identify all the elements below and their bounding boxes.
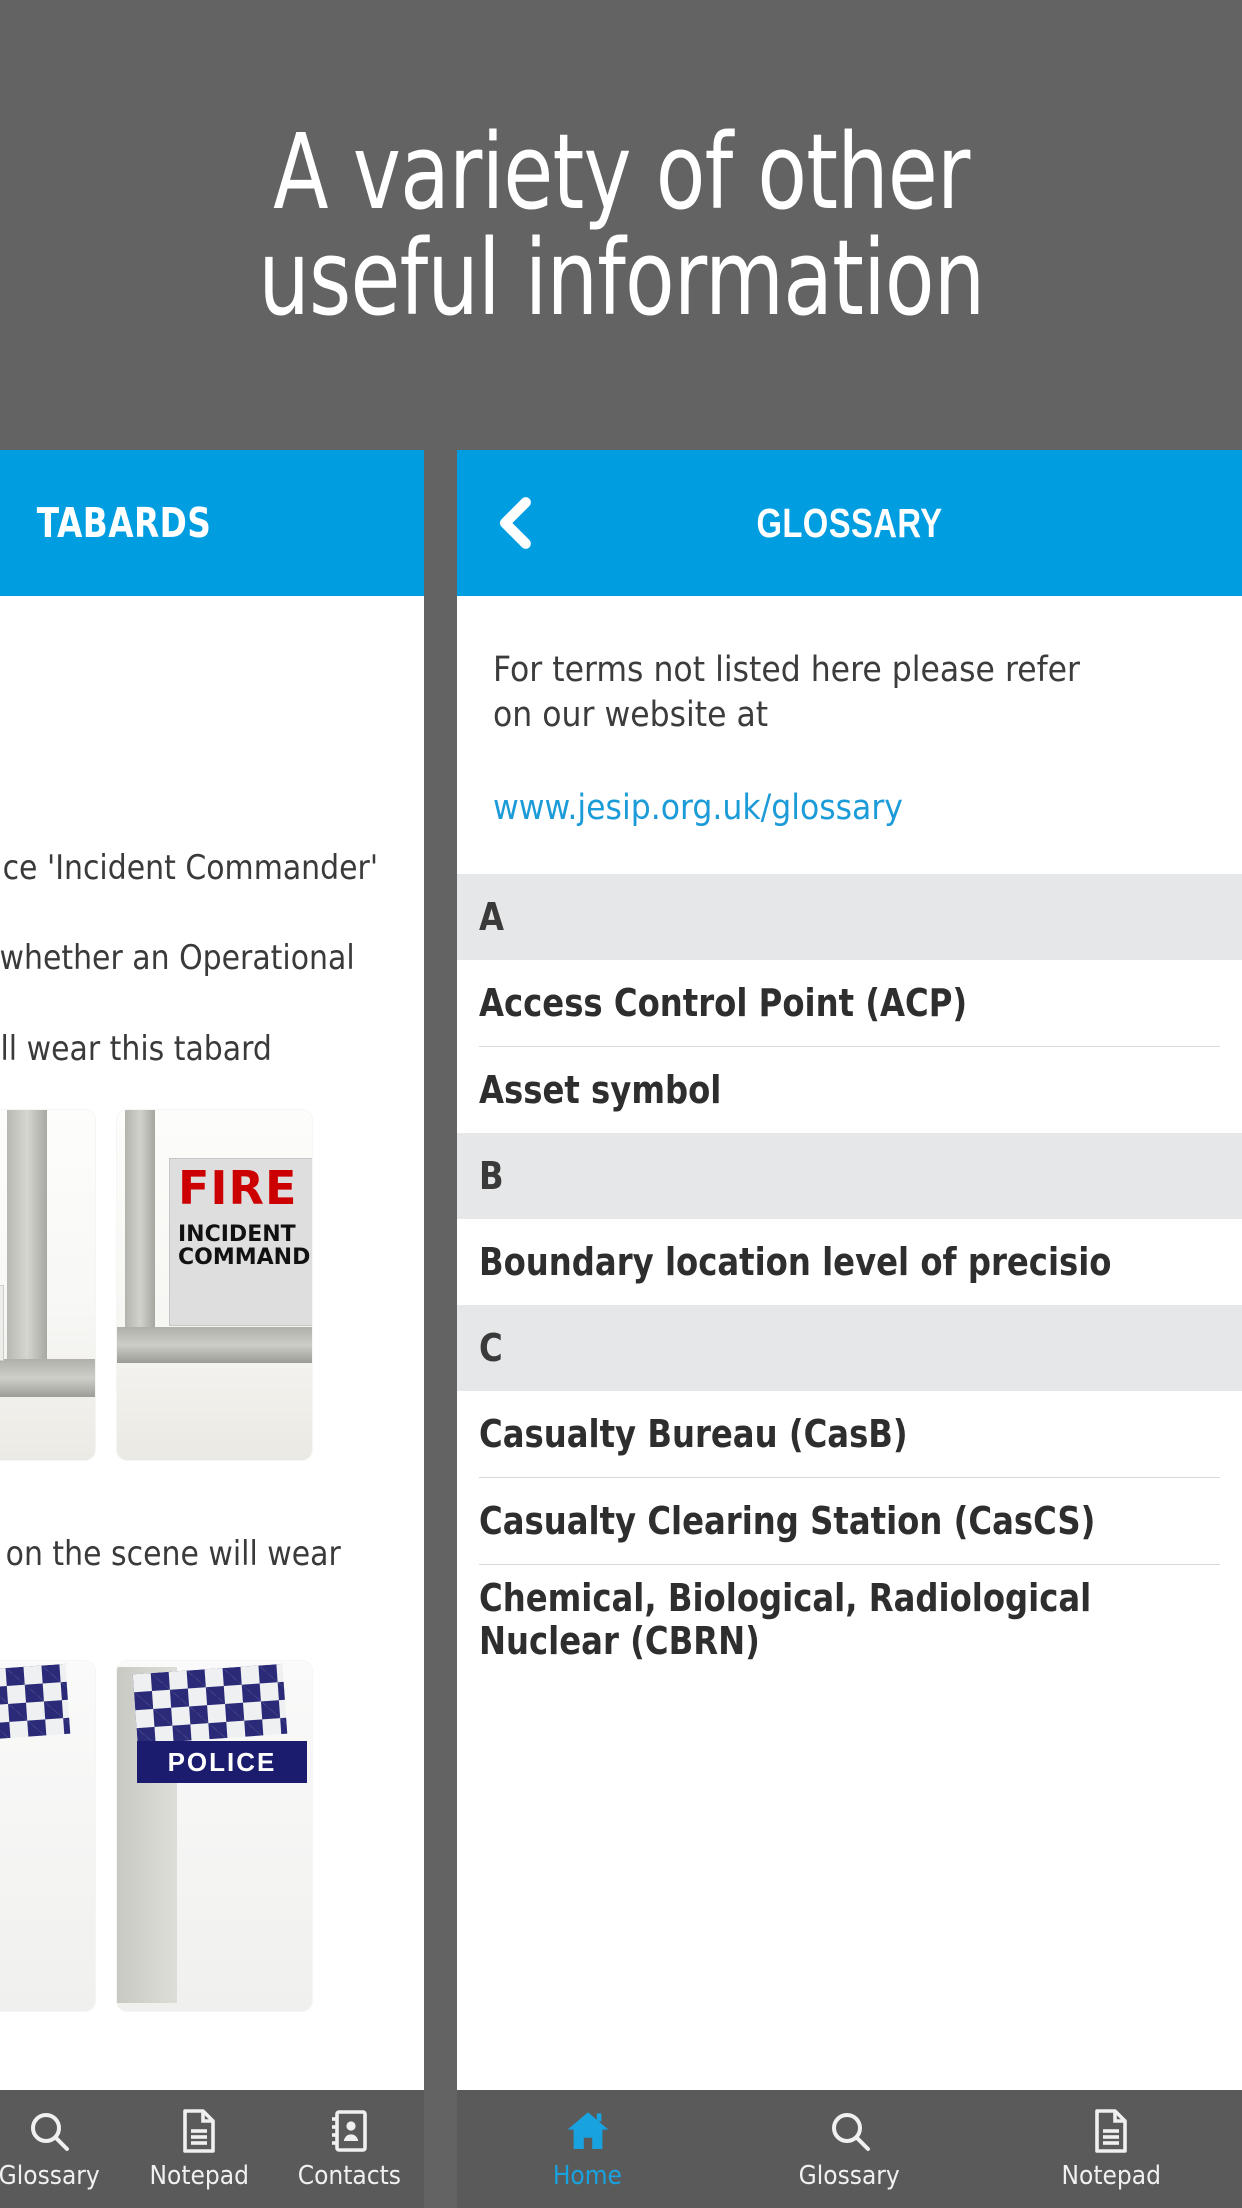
- search-icon: [31, 2113, 69, 2151]
- nav-item-notepad[interactable]: Notepad: [124, 2107, 274, 2191]
- glossary-section-header-b: B: [457, 1132, 1242, 1219]
- glossary-intro-text: For terms not listed here please refer o…: [493, 650, 1081, 735]
- glossary-term-item[interactable]: Casualty Bureau (CasB): [457, 1390, 1242, 1477]
- glossary-term-label: Boundary location level of precisio: [479, 1239, 1112, 1284]
- nav-item-glossary[interactable]: Glossary: [0, 2107, 124, 2191]
- glossary-term-label: Chemical, Biological, Radiological Nucle…: [479, 1575, 1092, 1664]
- tabards-paragraph-2: mander on the scene will wear this: [5, 1534, 341, 1575]
- glossary-section-header-a: A: [457, 873, 1242, 960]
- glossary-screenshot-panel: GLOSSARY For terms not listed here pleas…: [457, 450, 1242, 2208]
- nav-label-glossary: Glossary: [798, 2161, 901, 2191]
- tabard-vertical-reflective-strip: [125, 1110, 155, 1363]
- tabards-app-header: TABARDS: [0, 450, 424, 596]
- glossary-term-label: Asset symbol: [479, 1067, 722, 1112]
- tabards-paragraph-1: ue Service 'Incident Commander' on pecti…: [0, 848, 379, 1069]
- nav-label-home: Home: [553, 2161, 623, 2191]
- tabard-badge-fire-text: FIRE: [0, 1286, 3, 1312]
- tabards-screenshot-panel: TABARDS ue Service 'Incident Commander' …: [0, 450, 424, 2208]
- glossary-term-label: Access Control Point (ACP): [479, 980, 968, 1025]
- glossary-content: For terms not listed here please refer o…: [457, 596, 1242, 2208]
- fire-incident-commander-tabard-back-image: FIRE INCIDENTCOMMANDER: [0, 1110, 95, 1461]
- glossary-bottom-nav: Home Glossary Notepad: [457, 2090, 1242, 2208]
- nav-item-notepad[interactable]: Notepad: [980, 2107, 1242, 2191]
- police-battenburg-pattern: [132, 1663, 288, 1744]
- glossary-app-header: GLOSSARY: [457, 450, 1242, 596]
- fire-incident-commander-tabard-front-image: FIRE INCIDENTCOMMANDER: [117, 1110, 312, 1461]
- glossary-section-letter: B: [479, 1153, 504, 1198]
- tabard-horizontal-reflective-strip: [117, 1327, 312, 1364]
- tabards-content: ue Service 'Incident Commander' on pecti…: [0, 596, 424, 2208]
- glossary-term-item[interactable]: Casualty Clearing Station (CasCS): [457, 1477, 1242, 1564]
- glossary-term-label: Casualty Clearing Station (CasCS): [479, 1498, 1096, 1543]
- police-battenburg-pattern: [0, 1663, 71, 1744]
- nav-item-contacts[interactable]: Contacts: [274, 2107, 424, 2191]
- nav-label-notepad: Notepad: [149, 2161, 249, 2191]
- contacts-book-icon: [332, 2110, 367, 2152]
- glossary-term-item[interactable]: Access Control Point (ACP): [457, 959, 1242, 1046]
- nav-label-glossary: Glossary: [0, 2161, 100, 2191]
- police-tabard-left-image: [0, 1660, 95, 2011]
- tabard-placard-fire-text: FIRE: [178, 1161, 298, 1216]
- document-icon: [1095, 2109, 1127, 2153]
- glossary-section-letter: A: [479, 894, 505, 939]
- search-icon: [831, 2113, 870, 2151]
- nav-label-notepad: Notepad: [1061, 2161, 1161, 2191]
- glossary-term-item[interactable]: Boundary location level of precisio: [457, 1218, 1242, 1305]
- tabard-image-row-fire: FIRE INCIDENTCOMMANDER FIRE INCIDENTCOMM…: [0, 1110, 424, 1461]
- nav-label-contacts: Contacts: [297, 2161, 401, 2191]
- tabard-small-badge: FIRE INCIDENTCOMMANDER: [0, 1285, 4, 1362]
- promo-headline: A variety of other useful information: [0, 0, 1242, 450]
- tabard-badge-role-text: INCIDENTCOMMANDER: [0, 1312, 3, 1335]
- promo-headline-text: A variety of other useful information: [257, 110, 985, 339]
- tabards-title: TABARDS: [36, 499, 212, 547]
- glossary-term-label: Casualty Bureau (CasB): [479, 1411, 908, 1456]
- tabard-placard-role-text: INCIDENTCOMMANDER: [178, 1222, 312, 1271]
- glossary-title: GLOSSARY: [756, 499, 943, 546]
- glossary-section-letter: C: [479, 1325, 503, 1370]
- glossary-term-list: A Access Control Point (ACP) Asset symbo…: [457, 873, 1242, 1697]
- police-label: POLICE: [137, 1740, 307, 1783]
- tabards-bottom-nav: Glossary Notepad Contacts: [0, 2090, 424, 2208]
- tabard-role-placard: FIRE INCIDENTCOMMANDER: [169, 1158, 312, 1327]
- home-icon: [567, 2112, 609, 2149]
- glossary-term-item[interactable]: Asset symbol: [457, 1046, 1242, 1133]
- tabard-horizontal-reflective-strip: [0, 1359, 95, 1398]
- glossary-section-header-c: C: [457, 1304, 1242, 1391]
- nav-item-glossary[interactable]: Glossary: [719, 2107, 981, 2191]
- document-icon: [183, 2109, 215, 2153]
- police-tabard-right-image: POLICE: [117, 1660, 312, 2011]
- glossary-website-link[interactable]: www.jesip.org.uk/glossary: [493, 788, 1167, 828]
- nav-item-home[interactable]: Home: [457, 2107, 719, 2191]
- glossary-intro: For terms not listed here please refer o…: [457, 596, 1242, 828]
- tabard-vertical-reflective-strip: [7, 1110, 48, 1384]
- tabard-image-row-police: POLICE: [0, 1660, 424, 2011]
- glossary-term-item[interactable]: Chemical, Biological, Radiological Nucle…: [457, 1564, 1242, 1697]
